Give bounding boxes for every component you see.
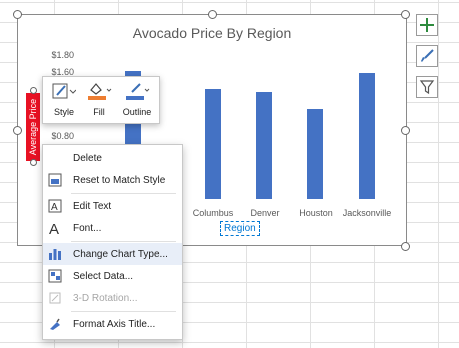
menu-item-format-axis-title[interactable]: Format Axis Title... <box>43 313 182 335</box>
resize-handle[interactable] <box>401 10 410 19</box>
menu-item-label: Format Axis Title... <box>73 318 156 330</box>
menu-item-reset-style[interactable]: Reset to Match Style <box>43 169 182 191</box>
fill-label: Fill <box>93 107 105 117</box>
menu-item-label: 3-D Rotation... <box>73 292 138 304</box>
menu-item-label: Delete <box>73 152 102 164</box>
resize-handle[interactable] <box>208 10 217 19</box>
fill-icon <box>88 83 112 100</box>
menu-item-3d-rotation[interactable]: 3-D Rotation... <box>43 287 182 309</box>
style-button[interactable]: Style <box>49 81 79 117</box>
chart-elements-button[interactable] <box>416 14 438 36</box>
y-axis-title-text: Average Price <box>28 98 38 156</box>
edit-text-icon: A <box>43 199 67 213</box>
fill-color-swatch <box>88 96 106 100</box>
menu-item-label: Reset to Match Style <box>73 174 166 186</box>
axis-title-handle[interactable] <box>30 159 37 166</box>
menu-item-font[interactable]: A Font... <box>43 217 182 239</box>
fill-button[interactable]: Fill <box>85 81 113 117</box>
chart-bar[interactable] <box>359 72 375 199</box>
x-tick-label: Columbus <box>192 208 234 218</box>
reset-style-icon <box>43 173 67 187</box>
chart-filters-button[interactable] <box>416 76 438 98</box>
y-tick-label: $1.80 <box>51 50 74 60</box>
resize-handle[interactable] <box>401 242 410 251</box>
menu-item-edit-text[interactable]: A Edit Text <box>43 195 182 217</box>
outline-icon <box>126 83 150 100</box>
mini-toolbar: Style Fill Outline <box>42 76 160 124</box>
menu-item-label: Change Chart Type... <box>73 248 168 260</box>
menu-separator <box>71 311 176 312</box>
svg-text:A: A <box>49 221 59 236</box>
menu-item-delete[interactable]: Delete <box>43 147 182 169</box>
menu-separator <box>71 241 176 242</box>
menu-item-label: Select Data... <box>73 270 134 282</box>
font-icon: A <box>43 220 67 236</box>
style-label: Style <box>53 107 74 117</box>
menu-separator <box>71 193 176 194</box>
chart-filters-icon <box>419 80 435 95</box>
outline-color-swatch <box>126 96 144 100</box>
chart-styles-icon <box>421 49 434 62</box>
x-tick-label: Jacksonville <box>342 208 392 218</box>
outline-button[interactable]: Outline <box>119 81 155 117</box>
resize-handle[interactable] <box>401 126 410 135</box>
menu-item-select-data[interactable]: Select Data... <box>43 265 182 287</box>
chart-elements-icon <box>420 18 434 32</box>
select-data-icon <box>43 269 67 283</box>
resize-handle[interactable] <box>13 10 22 19</box>
y-axis-title[interactable]: Average Price <box>26 93 40 161</box>
menu-item-label: Edit Text <box>73 200 112 212</box>
svg-text:A: A <box>51 202 58 213</box>
resize-handle[interactable] <box>13 126 22 135</box>
y-tick-label: $0.80 <box>51 131 74 141</box>
context-menu: Delete Reset to Match Style A Edit Text … <box>42 144 183 340</box>
format-axis-icon <box>43 317 67 331</box>
chart-type-icon <box>43 247 67 261</box>
chart-bar[interactable] <box>307 108 323 199</box>
chart-styles-button[interactable] <box>416 45 438 67</box>
chart-title[interactable]: Avocado Price By Region <box>18 25 406 41</box>
x-axis-title[interactable]: Region <box>220 221 260 236</box>
axis-title-handle[interactable] <box>30 87 37 94</box>
style-icon <box>52 83 76 99</box>
outline-label: Outline <box>122 107 152 117</box>
rotation-icon <box>43 291 67 305</box>
menu-item-change-chart-type[interactable]: Change Chart Type... <box>43 243 182 265</box>
chart-bar[interactable] <box>205 89 221 199</box>
chart-bar[interactable] <box>256 91 272 199</box>
menu-item-label: Font... <box>73 222 102 234</box>
